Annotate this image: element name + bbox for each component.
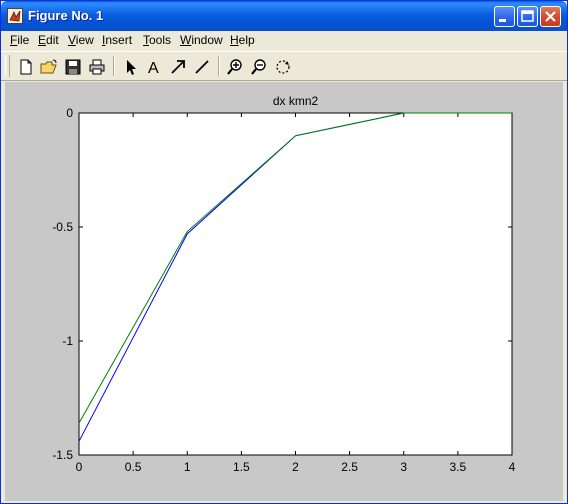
line-tool-button[interactable] — [192, 57, 212, 77]
select-button[interactable] — [120, 57, 140, 77]
arrow-tool-button[interactable] — [168, 57, 188, 77]
maximize-icon — [521, 10, 534, 22]
print-icon — [89, 59, 105, 75]
line-icon — [195, 60, 209, 74]
open-folder-icon — [40, 59, 57, 74]
menu-edit[interactable]: Edit — [38, 33, 59, 47]
minimize-icon — [499, 19, 506, 22]
x-tick-label: 2.5 — [341, 460, 358, 474]
menu-bar: File Edit View Insert Tools Window Help — [1, 31, 567, 50]
menu-tools[interactable]: Tools — [143, 33, 171, 47]
chart-title: dx kmn2 — [273, 94, 319, 108]
rotate-icon — [276, 60, 290, 74]
select-arrow-icon — [127, 60, 136, 75]
new-file-button[interactable] — [16, 57, 36, 77]
close-icon — [545, 11, 556, 22]
rotate-button[interactable] — [273, 57, 293, 77]
x-tick-label: 2 — [292, 460, 299, 474]
menu-insert[interactable]: Insert — [102, 33, 132, 47]
zoom-in-button[interactable] — [225, 57, 245, 77]
x-tick-label: 0.5 — [125, 460, 142, 474]
menu-help[interactable]: Help — [230, 33, 255, 47]
zoom-out-icon — [251, 59, 266, 75]
menu-view[interactable]: View — [68, 33, 94, 47]
figure-canvas[interactable]: dx kmn2 0 0.5 1 1.5 2 2.5 3 3.5 4 0 -0.5 -1 -1.5 — [5, 82, 563, 501]
toolbar: A — [1, 51, 567, 81]
zoom-in-icon — [227, 59, 242, 75]
close-button[interactable] — [540, 6, 561, 27]
open-button[interactable] — [39, 57, 59, 77]
x-tick-label: 1.5 — [233, 460, 250, 474]
y-tick-label: -0.5 — [52, 220, 73, 234]
text-icon: A — [148, 60, 159, 77]
title-bar[interactable]: Figure No. 1 — [1, 1, 567, 31]
new-file-icon — [20, 59, 32, 75]
text-tool-button[interactable]: A — [144, 57, 164, 77]
figure-window: Figure No. 1 File Edit View Insert Tools… — [0, 0, 568, 504]
toolbar-separator — [113, 56, 115, 76]
zoom-out-button[interactable] — [249, 57, 269, 77]
x-tick-label: 0 — [76, 460, 83, 474]
x-tick-label: 1 — [184, 460, 191, 474]
menu-window[interactable]: Window — [180, 33, 223, 47]
arrow-icon — [171, 60, 185, 74]
menu-file[interactable]: File — [10, 33, 29, 47]
axes-background[interactable] — [78, 112, 513, 456]
minimize-button[interactable] — [494, 6, 515, 27]
maximize-button[interactable] — [517, 6, 538, 27]
save-icon — [65, 59, 81, 75]
window-title: Figure No. 1 — [28, 8, 104, 23]
y-tick-label: -1.5 — [52, 448, 73, 462]
toolbar-separator — [218, 56, 220, 76]
y-tick-label: 0 — [66, 106, 73, 120]
matlab-logo-icon — [7, 8, 23, 24]
print-button[interactable] — [87, 57, 107, 77]
toolbar-grip[interactable] — [5, 55, 10, 77]
x-tick-label: 4 — [509, 460, 516, 474]
x-tick-label: 3 — [400, 460, 407, 474]
text-tool-glyph: A — [148, 60, 159, 77]
save-button[interactable] — [63, 57, 83, 77]
y-tick-label: -1 — [62, 334, 73, 348]
plot-svg: dx kmn2 0 0.5 1 1.5 2 2.5 3 3.5 4 0 -0.5 -1 -1.5 — [52, 94, 516, 474]
x-tick-label: 3.5 — [450, 460, 467, 474]
